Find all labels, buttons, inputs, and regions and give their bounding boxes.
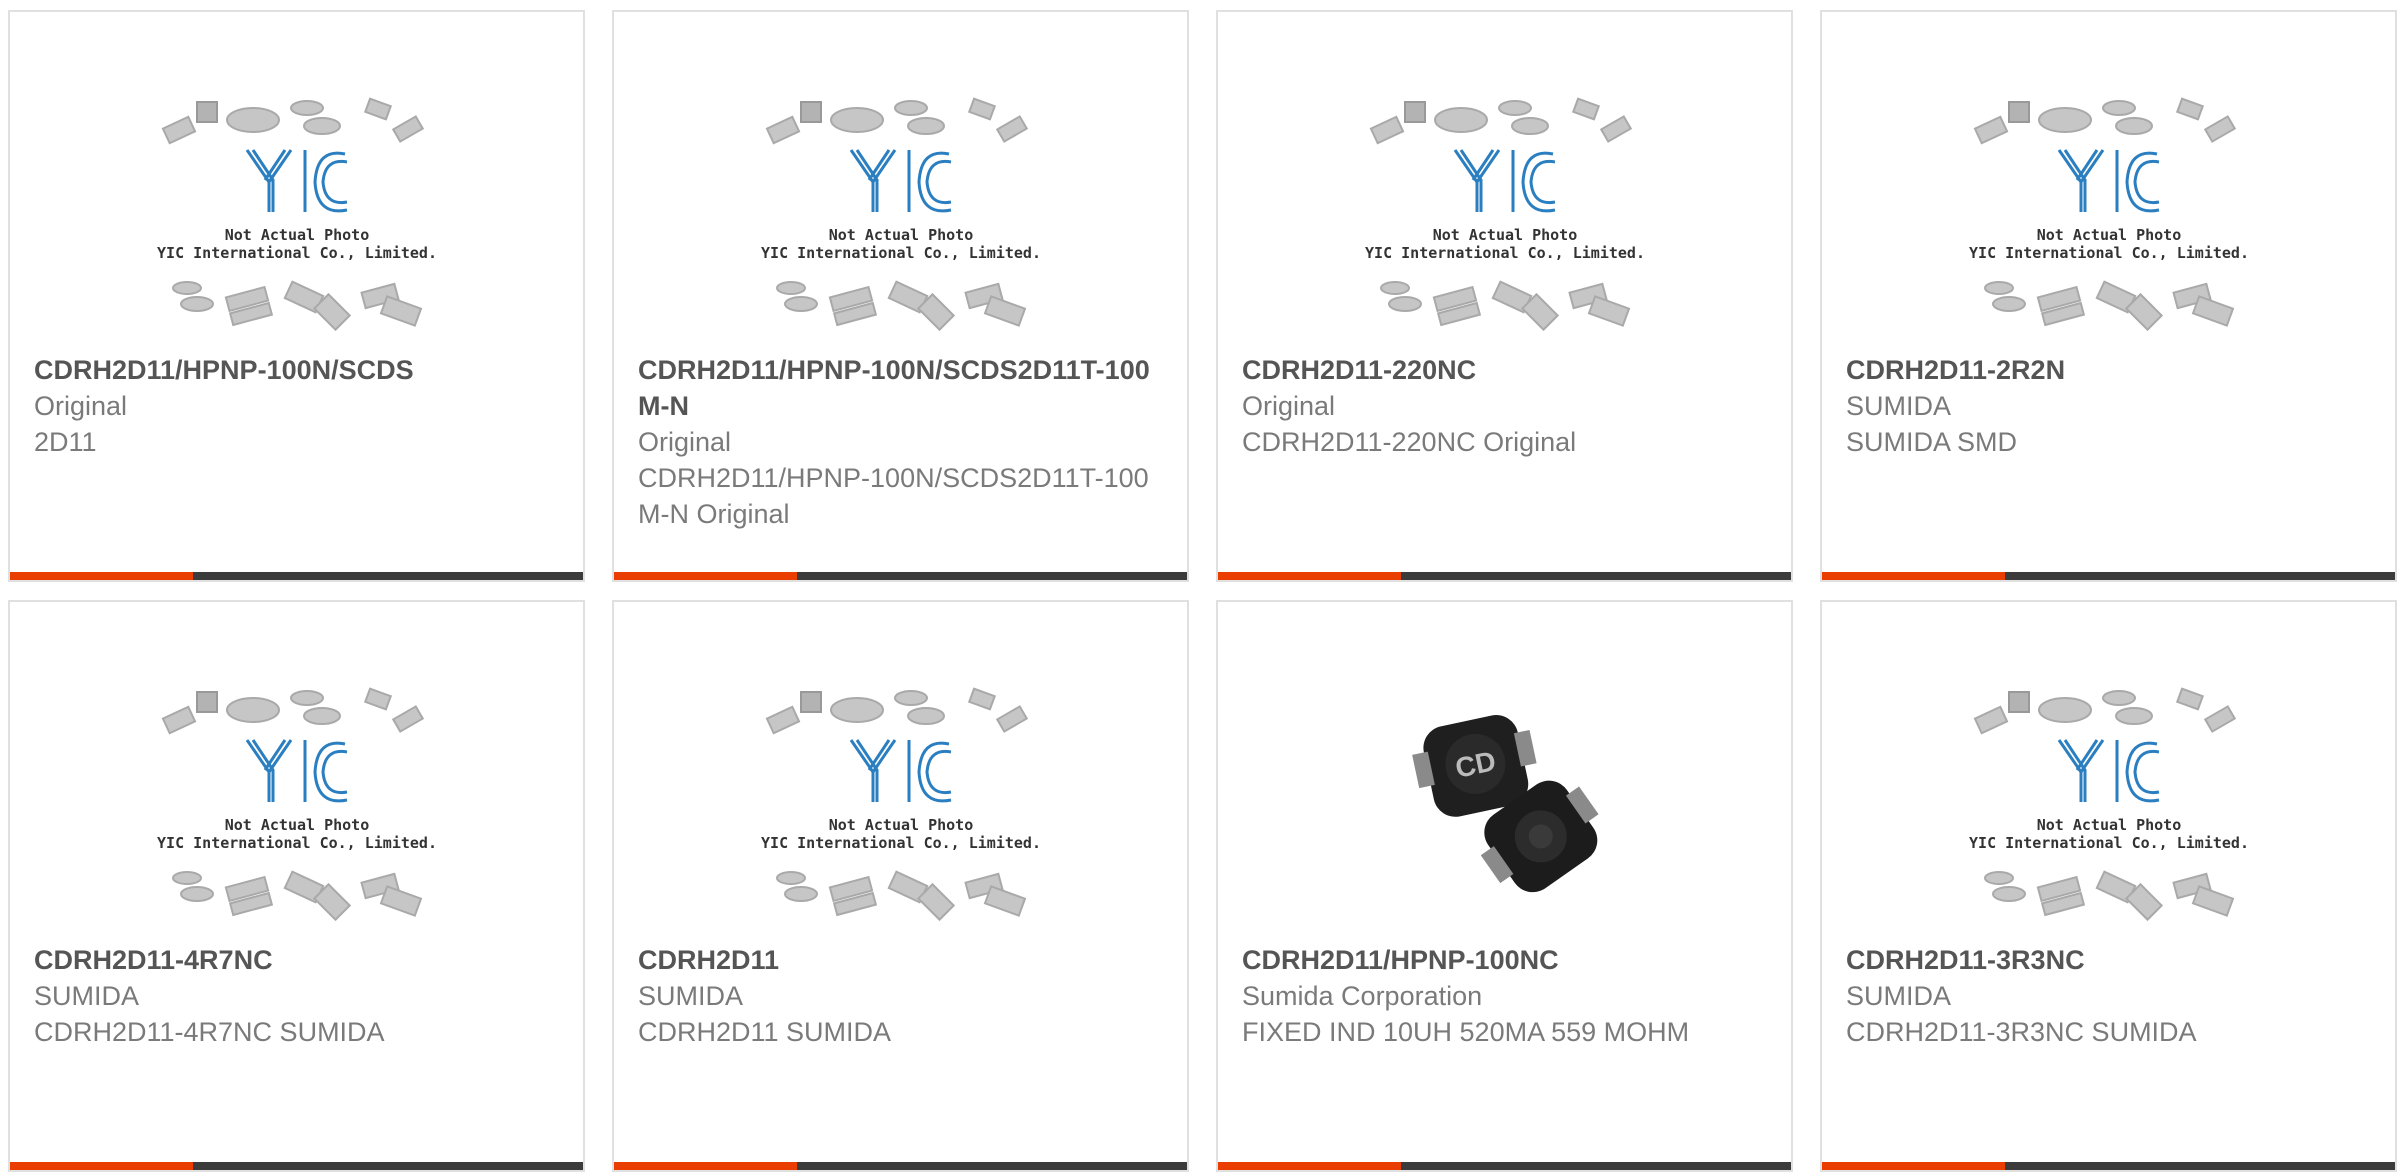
placeholder-company: YIC International Co., Limited. — [761, 244, 1041, 262]
product-manufacturer: SUMIDA — [638, 981, 744, 1011]
product-description: CDRH2D11-4R7NC SUMIDA — [34, 1017, 385, 1047]
product-info: CDRH2D11/HPNP-100N/SCDS2D11T-100M-N Origi… — [638, 352, 1163, 532]
card-accent-bar — [10, 572, 193, 580]
product-manufacturer: Sumida Corporation — [1242, 981, 1483, 1011]
product-manufacturer: SUMIDA — [1846, 391, 1952, 421]
placeholder-note: Not Actual Photo — [2036, 226, 2181, 244]
product-grid: Not Actual Photo YIC International Co., … — [0, 0, 2400, 1172]
product-card[interactable]: Not Actual Photo YIC International Co., … — [8, 10, 585, 582]
product-info: CDRH2D11-4R7NC SUMIDA CDRH2D11-4R7NC SUMID… — [34, 942, 559, 1050]
card-bottom-bar — [614, 572, 1187, 580]
product-image[interactable]: Not Actual Photo YIC International Co., … — [1218, 72, 1791, 352]
card-accent-bar — [1218, 572, 1401, 580]
product-image[interactable]: Not Actual Photo YIC International Co., … — [1822, 72, 2395, 352]
product-manufacturer: Original — [1242, 391, 1336, 421]
product-info: CDRH2D11 SUMIDA CDRH2D11 SUMIDA — [638, 942, 1163, 1050]
product-manufacturer: SUMIDA — [34, 981, 140, 1011]
product-card[interactable]: Not Actual Photo YIC International Co., … — [612, 600, 1189, 1172]
placeholder-company: YIC International Co., Limited. — [157, 244, 437, 262]
product-card[interactable]: Not Actual Photo YIC International Co., … — [8, 600, 585, 1172]
product-description: CDRH2D11/HPNP-100N/SCDS2D11T-100M-N Orig… — [638, 463, 1149, 529]
product-image[interactable]: Not Actual Photo YIC International Co., … — [614, 72, 1187, 352]
product-image[interactable]: Not Actual Photo YIC International Co., … — [10, 72, 583, 352]
product-info: CDRH2D11-220NC Original CDRH2D11-220NC Ori… — [1242, 352, 1767, 460]
placeholder-company: YIC International Co., Limited. — [1969, 834, 2249, 852]
card-accent-bar — [1218, 1162, 1401, 1170]
product-manufacturer: Original — [34, 391, 128, 421]
placeholder-image: Not Actual Photo YIC International Co., … — [1365, 97, 1645, 332]
inductor-photo: CD — [1404, 702, 1605, 902]
placeholder-image: Not Actual Photo YIC International Co., … — [1969, 97, 2249, 332]
product-image[interactable]: Not Actual Photo YIC International Co., … — [614, 662, 1187, 942]
placeholder-image: Not Actual Photo YIC International Co., … — [157, 687, 437, 922]
product-title[interactable]: CDRH2D11-4R7NC — [34, 942, 559, 978]
product-card[interactable]: Not Actual Photo YIC International Co., … — [1216, 10, 1793, 582]
card-bottom-bar — [1218, 572, 1791, 580]
card-accent-bar — [1822, 572, 2005, 580]
card-accent-bar — [614, 1162, 797, 1170]
product-info: CDRH2D11/HPNP-100N/SCDS Original 2D11 — [34, 352, 559, 460]
product-title[interactable]: CDRH2D11-2R2N — [1846, 352, 2371, 388]
product-card[interactable]: Not Actual Photo YIC International Co., … — [1820, 10, 2397, 582]
placeholder-company: YIC International Co., Limited. — [157, 834, 437, 852]
placeholder-company: YIC International Co., Limited. — [1969, 244, 2249, 262]
product-description: 2D11 — [34, 427, 97, 457]
product-image[interactable]: Not Actual Photo YIC International Co., … — [1822, 662, 2395, 942]
product-manufacturer: SUMIDA — [1846, 981, 1952, 1011]
placeholder-image: Not Actual Photo YIC International Co., … — [761, 687, 1041, 922]
product-description: CDRH2D11 SUMIDA — [638, 1017, 892, 1047]
placeholder-company: YIC International Co., Limited. — [1365, 244, 1645, 262]
product-description: CDRH2D11-3R3NC SUMIDA — [1846, 1017, 2197, 1047]
product-card[interactable]: CD CDRH2D11/HPNP-100NC Sumida Corporation… — [1216, 600, 1793, 1172]
product-manufacturer: Original — [638, 427, 732, 457]
placeholder-image: Not Actual Photo YIC International Co., … — [157, 97, 437, 332]
placeholder-note: Not Actual Photo — [224, 816, 369, 834]
card-accent-bar — [614, 572, 797, 580]
product-title[interactable]: CDRH2D11-220NC — [1242, 352, 1767, 388]
placeholder-note: Not Actual Photo — [224, 226, 369, 244]
product-title[interactable]: CDRH2D11/HPNP-100N/SCDS2D11T-100M-N — [638, 352, 1163, 424]
placeholder-image: Not Actual Photo YIC International Co., … — [1969, 687, 2249, 922]
product-description: SUMIDA SMD — [1846, 427, 2018, 457]
placeholder-note: Not Actual Photo — [2036, 816, 2181, 834]
product-image[interactable]: CD — [1218, 662, 1791, 942]
placeholder-company: YIC International Co., Limited. — [761, 834, 1041, 852]
product-info: CDRH2D11/HPNP-100NC Sumida Corporation FIX… — [1242, 942, 1767, 1050]
product-description: FIXED IND 10UH 520MA 559 MOHM — [1242, 1017, 1690, 1047]
card-bottom-bar — [1822, 1162, 2395, 1170]
card-bottom-bar — [10, 1162, 583, 1170]
card-bottom-bar — [1218, 1162, 1791, 1170]
product-description: CDRH2D11-220NC Original — [1242, 427, 1577, 457]
card-accent-bar — [1822, 1162, 2005, 1170]
product-card[interactable]: Not Actual Photo YIC International Co., … — [1820, 600, 2397, 1172]
card-bottom-bar — [614, 1162, 1187, 1170]
card-bottom-bar — [1822, 572, 2395, 580]
placeholder-note: Not Actual Photo — [1432, 226, 1577, 244]
product-info: CDRH2D11-3R3NC SUMIDA CDRH2D11-3R3NC SUMID… — [1846, 942, 2371, 1050]
product-card[interactable]: Not Actual Photo YIC International Co., … — [612, 10, 1189, 582]
product-info: CDRH2D11-2R2N SUMIDA SUMIDA SMD — [1846, 352, 2371, 460]
product-image[interactable]: Not Actual Photo YIC International Co., … — [10, 662, 583, 942]
placeholder-note: Not Actual Photo — [828, 226, 973, 244]
product-title[interactable]: CDRH2D11-3R3NC — [1846, 942, 2371, 978]
product-title[interactable]: CDRH2D11/HPNP-100N/SCDS — [34, 352, 559, 388]
placeholder-image: Not Actual Photo YIC International Co., … — [761, 97, 1041, 332]
placeholder-note: Not Actual Photo — [828, 816, 973, 834]
product-title[interactable]: CDRH2D11 — [638, 942, 1163, 978]
product-title[interactable]: CDRH2D11/HPNP-100NC — [1242, 942, 1767, 978]
card-bottom-bar — [10, 572, 583, 580]
card-accent-bar — [10, 1162, 193, 1170]
